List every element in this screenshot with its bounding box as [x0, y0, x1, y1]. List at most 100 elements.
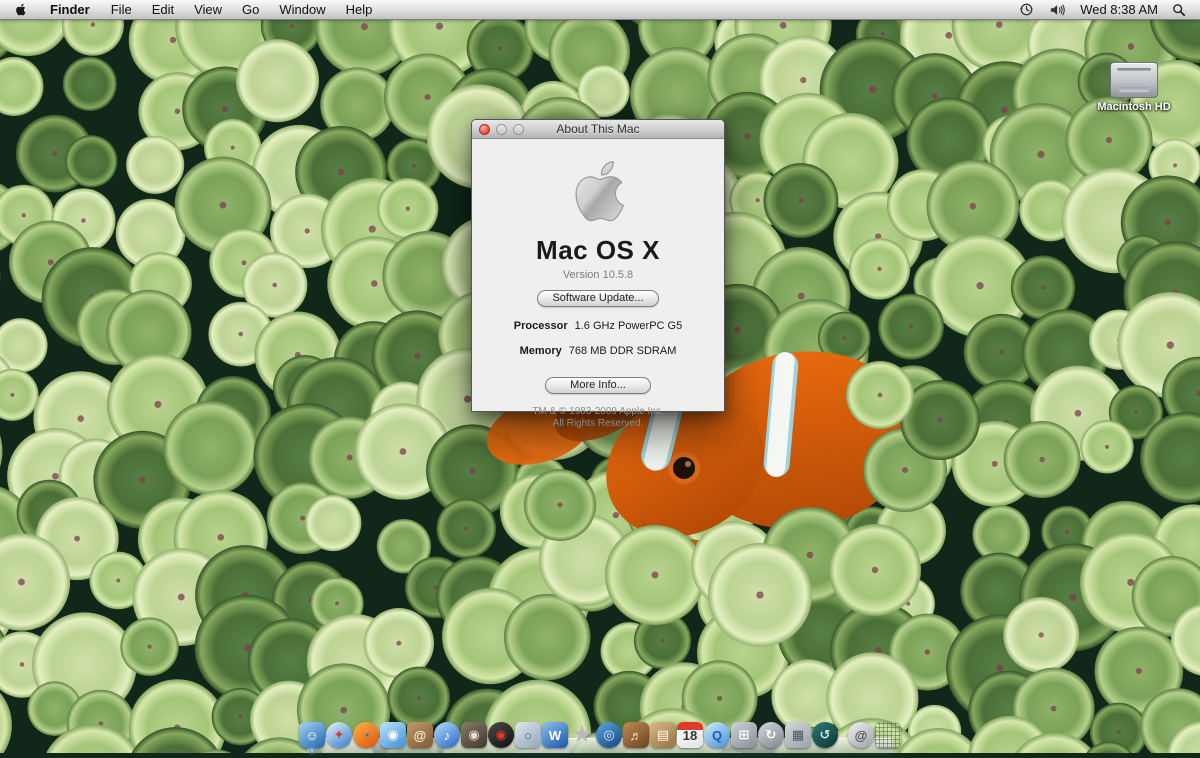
time-machine-icon [1019, 2, 1034, 17]
running-indicator [310, 748, 315, 753]
memory-value: 768 MB DDR SDRAM [569, 345, 677, 357]
dock-item-ichat-icon[interactable]: ◉ [380, 722, 406, 748]
webloc-stack-icon: @ [848, 722, 874, 748]
dock-item-idvd-icon[interactable]: ◎ [596, 722, 622, 748]
apple-logo-silver [567, 153, 629, 229]
menu-item-view[interactable]: View [184, 0, 232, 19]
ichat-icon-glyph: ◉ [387, 727, 398, 743]
menu-item-edit[interactable]: Edit [142, 0, 184, 19]
apple-menu[interactable] [0, 0, 39, 19]
menu-item-file[interactable]: File [101, 0, 142, 19]
imovie-icon: ★ [569, 722, 595, 748]
dock-item-trash-icon[interactable] [875, 722, 901, 748]
finder-icon-glyph: ☺ [305, 728, 318, 743]
dock-item-finder-icon[interactable]: ☺ [299, 722, 325, 748]
dock-item-isync-icon[interactable]: ↻ [758, 722, 784, 748]
safari-icon: ✦ [326, 722, 352, 748]
dock-item-firefox-icon[interactable]: ◔ [353, 722, 379, 748]
garageband-icon-glyph: ♬ [630, 728, 643, 743]
safari-icon-glyph: ✦ [334, 727, 345, 743]
preview-icon: ○ [515, 722, 541, 748]
software-update-button[interactable]: Software Update... [537, 290, 658, 307]
idvd-icon-glyph: ◎ [603, 727, 614, 743]
dock-item-garageband-icon[interactable]: ♬ [623, 722, 649, 748]
dashboard-icon: ◉ [488, 722, 514, 748]
memory-label: Memory [520, 345, 562, 357]
more-info-button[interactable]: More Info... [545, 377, 651, 394]
calculator-icon: ▦ [785, 722, 811, 748]
dock-item-webloc-stack-icon[interactable]: @ [848, 722, 874, 748]
quicktime-icon: Q [704, 722, 730, 748]
processor-value: 1.6 GHz PowerPC G5 [575, 320, 683, 332]
dock-item-ical-icon[interactable]: 18 [677, 722, 703, 748]
desktop-icon-macintosh-hd[interactable]: Macintosh HD [1092, 62, 1176, 113]
calculator-icon-glyph: ▦ [792, 727, 804, 743]
isync-icon: ↻ [758, 722, 784, 748]
dock: ☺ ✦ ◔ ◉ @ ♪ ◉ ◉ ○ W ★ ◎ ♬ ▤ 18 Q ⊞ ↻ ▦ ↺ @ [307, 713, 893, 753]
dock-item-comic-life-icon[interactable]: ▤ [650, 722, 676, 748]
firefox-icon: ◔ [353, 722, 379, 748]
dock-item-preview-icon[interactable]: ○ [515, 722, 541, 748]
front-row-icon-glyph: ⊞ [739, 727, 750, 743]
about-this-mac-window: About This Mac Mac OS X Version 10.5.8 S… [471, 119, 725, 412]
ical-icon: 18 [677, 722, 703, 748]
copyright-text: TM & © 1983-2009 Apple Inc. All Rights R… [472, 406, 724, 430]
copyright-line2: All Rights Reserved. [472, 418, 724, 430]
finder-icon: ☺ [299, 722, 325, 748]
dock-item-address-book-icon[interactable]: @ [407, 722, 433, 748]
ichat-icon: ◉ [380, 722, 406, 748]
volume-menu-icon[interactable] [1044, 0, 1072, 19]
dock-item-calculator-icon[interactable]: ▦ [785, 722, 811, 748]
menu-item-help[interactable]: Help [336, 0, 383, 19]
os-version: Version 10.5.8 [472, 269, 724, 281]
hd-icon-label: Macintosh HD [1092, 101, 1176, 113]
dock-item-imovie-icon[interactable]: ★ [569, 722, 595, 748]
menu-item-window[interactable]: Window [269, 0, 335, 19]
time-machine-icon-glyph: ↺ [820, 727, 831, 743]
itunes-icon: ♪ [434, 722, 460, 748]
copyright-line1: TM & © 1983-2009 Apple Inc. [472, 406, 724, 418]
comic-life-icon-glyph: ▤ [657, 727, 669, 743]
processor-row: Processor 1.6 GHz PowerPC G5 [472, 320, 724, 332]
menu-item-go[interactable]: Go [232, 0, 269, 19]
dashboard-icon-glyph: ◉ [495, 727, 506, 743]
os-name: Mac OS X [472, 235, 724, 266]
spotlight-search-icon [1172, 3, 1186, 17]
dock-item-dashboard-icon[interactable]: ◉ [488, 722, 514, 748]
webloc-stack-icon-glyph: @ [855, 728, 868, 743]
window-title: About This Mac [472, 122, 724, 136]
dock-item-front-row-icon[interactable]: ⊞ [731, 722, 757, 748]
photo-booth-icon: ◉ [461, 722, 487, 748]
dock-item-ms-word-icon[interactable]: W [542, 722, 568, 748]
front-row-icon: ⊞ [731, 722, 757, 748]
dock-item-safari-icon[interactable]: ✦ [326, 722, 352, 748]
dock-item-itunes-icon[interactable]: ♪ [434, 722, 460, 748]
photo-booth-icon-glyph: ◉ [468, 727, 479, 743]
dock-item-photo-booth-icon[interactable]: ◉ [461, 722, 487, 748]
garageband-icon: ♬ [623, 722, 649, 748]
processor-label: Processor [514, 320, 568, 332]
menu-bar: FinderFileEditViewGoWindowHelp Wed 8:38 … [0, 0, 1200, 20]
ms-word-icon: W [542, 722, 568, 748]
comic-life-icon: ▤ [650, 722, 676, 748]
hard-drive-icon [1110, 62, 1158, 98]
imovie-icon-glyph: ★ [571, 722, 593, 748]
firefox-icon-glyph: ◔ [362, 728, 370, 743]
apple-logo-icon [14, 2, 27, 17]
preview-icon-glyph: ○ [524, 728, 532, 743]
ms-word-icon-glyph: W [549, 728, 561, 743]
time-machine-icon: ↺ [812, 722, 838, 748]
isync-icon-glyph: ↻ [766, 727, 777, 743]
menu-clock[interactable]: Wed 8:38 AM [1076, 2, 1162, 17]
dock-item-quicktime-icon[interactable]: Q [704, 722, 730, 748]
memory-row: Memory 768 MB DDR SDRAM [472, 345, 724, 357]
spotlight-menu-icon[interactable] [1166, 0, 1192, 19]
trash-icon [875, 722, 901, 748]
itunes-icon-glyph: ♪ [444, 728, 451, 743]
window-titlebar[interactable]: About This Mac [472, 120, 724, 139]
time-machine-menu-icon[interactable] [1013, 0, 1040, 19]
menu-item-finder[interactable]: Finder [39, 0, 101, 19]
quicktime-icon-glyph: Q [712, 728, 722, 743]
idvd-icon: ◎ [596, 722, 622, 748]
dock-item-time-machine-icon[interactable]: ↺ [812, 722, 838, 748]
